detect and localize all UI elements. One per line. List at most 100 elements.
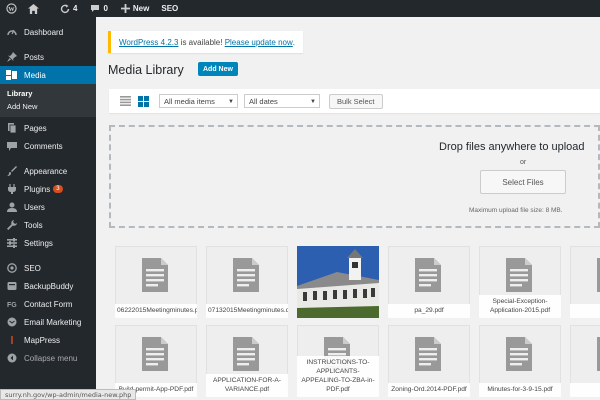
sidebar-item-pages[interactable]: Pages [0,119,96,137]
sidebar-item-label: BackupBuddy [24,281,74,291]
seo-icon [6,263,17,274]
sidebar-item-label: Email Marketing [24,317,82,327]
submenu-item-library[interactable]: Library [0,87,96,100]
browser-status-url: surry.nh.gov/wp-admin/media-new.php [0,389,137,400]
sidebar-item-media[interactable]: Media [0,66,96,84]
attachment-tile[interactable]: 07132015Meetingminutes.docx.pdf [206,246,288,318]
site-home-button[interactable] [22,0,44,17]
plugin-icon [6,184,17,195]
document-icon [142,258,168,292]
notice-text: is available! [178,37,225,47]
dropdown-arrow-icon: ▼ [228,99,234,105]
sidebar-item-comments[interactable]: Comments [0,137,96,155]
backup-icon [6,281,17,292]
sidebar-item-label: Pages [24,123,47,133]
attachment-tile[interactable]: pa_29.pdf [388,246,470,318]
settings-icon [6,238,17,249]
attachment-filename: Zoning-Ord.2014-PDF.pdf [388,383,470,397]
sidebar-item-label: Posts [24,52,45,62]
attachment-tile[interactable]: Surry [570,325,600,397]
sidebar-item-label: Dashboard [24,27,64,37]
sidebar-item-tools[interactable]: Tools [0,216,96,234]
comments-count: 0 [103,4,108,13]
attachment-tile[interactable]: APPLICATION-FOR-A-VARIANCE.pdf [206,325,288,397]
add-new-button[interactable]: Add New [198,62,238,76]
svg-text:FG: FG [7,302,17,309]
sidebar-item-settings[interactable]: Settings [0,234,96,252]
collapse-menu-button[interactable]: Collapse menu [0,349,96,367]
attachment-filename: Special-Exception-Application-2015.pdf [479,295,561,318]
attachment-tile[interactable] [297,246,379,318]
admin-sidebar: Dashboard Posts Media Library Add New Pa… [0,17,96,400]
date-filter-value: All dates [249,96,278,106]
comments-button[interactable]: 0 [82,0,112,17]
bulk-select-button[interactable]: Bulk Select [329,93,383,109]
document-icon [506,337,532,371]
sidebar-item-users[interactable]: Users [0,198,96,216]
attachment-filename: 06222015Meetingminutes.pdf [115,304,197,318]
document-icon [233,258,259,292]
attachment-filename: INSTRUCTIONS-TO-APPLICANTS-APPEALING-TO-… [297,356,379,397]
attachment-tile[interactable]: V A 2 [570,246,600,318]
attachment-tile[interactable]: 06222015Meetingminutes.pdf [115,246,197,318]
attachments-grid: 06222015Meetingminutes.pdf 07132015Meetin… [115,246,600,400]
sidebar-item-posts[interactable]: Posts [0,48,96,66]
attachment-filename: 07132015Meetingminutes.docx.pdf [206,304,288,318]
sidebar-item-plugins[interactable]: Plugins 3 [0,180,96,198]
updates-button[interactable]: 4 [44,0,82,17]
new-content-button[interactable]: New [113,0,154,17]
map-icon [6,335,17,346]
updates-count: 4 [73,4,78,13]
attachment-tile[interactable]: Zoning-Ord.2014-PDF.pdf [388,325,470,397]
admin-bar: W 4 0 New SEO [0,0,600,17]
collapse-icon [6,353,17,364]
brush-icon [6,166,17,177]
sidebar-item-backupbuddy[interactable]: BackupBuddy [0,277,96,295]
sidebar-item-mappress[interactable]: MapPress [0,331,96,349]
sidebar-item-seo[interactable]: SEO [0,259,96,277]
attachment-tile[interactable]: Minutes-for-3-9-15.pdf [479,325,561,397]
date-filter[interactable]: All dates ▼ [244,94,320,108]
update-notice: WordPress 4.2.3 is available! Please upd… [108,31,303,53]
attachment-filename: pa_29.pdf [388,304,470,318]
form-icon: FG [6,299,17,310]
submenu-item-add-new[interactable]: Add New [0,100,96,113]
seo-label: SEO [161,4,179,13]
version-link[interactable]: WordPress 4.2.3 [119,38,178,47]
wordpress-logo-button[interactable]: W [0,0,22,17]
seo-menu-button[interactable]: SEO [154,0,183,17]
sidebar-item-label: Comments [24,141,63,151]
attachment-tile[interactable]: INSTRUCTIONS-TO-APPLICANTS-APPEALING-TO-… [297,325,379,397]
document-icon [233,337,259,371]
attachment-tile[interactable]: Build-permit-App-PDF.pdf [115,325,197,397]
sidebar-item-label: Plugins [24,184,51,194]
document-icon [415,337,441,371]
attachment-tile[interactable]: Special-Exception-Application-2015.pdf [479,246,561,318]
sidebar-item-appearance[interactable]: Appearance [0,162,96,180]
select-files-button[interactable]: Select Files [480,170,566,194]
sidebar-item-label: SEO [24,263,41,273]
sidebar-item-label: MapPress [24,335,61,345]
pin-icon [6,52,17,63]
document-icon [415,258,441,292]
sidebar-item-label: Tools [24,220,43,230]
church-photo-thumbnail [297,246,379,318]
media-icon [6,70,17,81]
update-now-link[interactable]: Please update now [225,38,293,47]
sidebar-item-email-marketing[interactable]: Email Marketing [0,313,96,331]
sidebar-item-label: Contact Form [24,299,73,309]
dashboard-icon [6,27,17,38]
upload-drop-zone[interactable]: Drop files anywhere to upload or Select … [109,125,600,228]
notice-period: . [292,37,295,47]
or-text: or [520,159,527,166]
sidebar-item-contact-form[interactable]: FG Contact Form [0,295,96,313]
media-type-filter[interactable]: All media items ▼ [159,94,238,108]
list-view-icon[interactable] [119,95,132,108]
page-title: Media Library [108,63,184,77]
grid-view-icon[interactable] [137,95,150,108]
svg-text:W: W [8,6,15,13]
wrench-icon [6,220,17,231]
sidebar-item-label: Collapse menu [24,353,78,363]
sidebar-item-dashboard[interactable]: Dashboard [0,23,96,41]
comment-bubble-icon [91,5,100,12]
